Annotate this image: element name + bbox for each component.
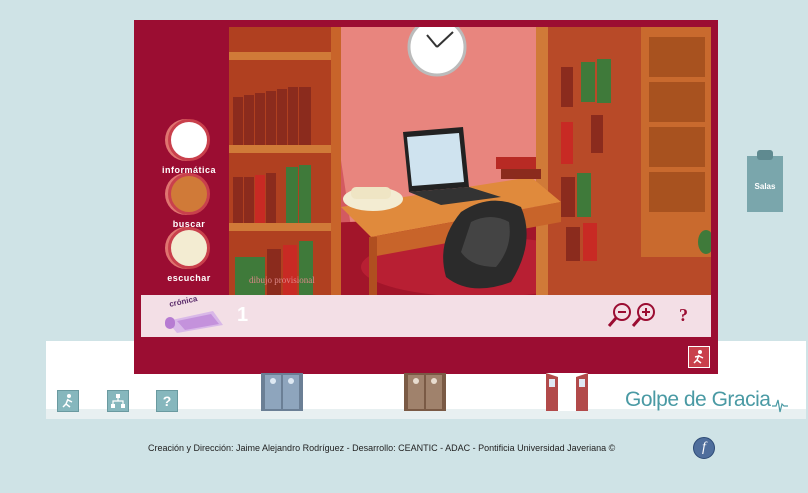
door-icon bbox=[261, 373, 303, 411]
golpe-de-gracia-logo: Golpe de Gracia bbox=[625, 388, 789, 413]
exit-running-icon bbox=[693, 350, 704, 364]
zoom-in-button[interactable] bbox=[631, 301, 657, 334]
telephone-icon bbox=[168, 227, 210, 269]
door-open-icon bbox=[546, 373, 588, 411]
logo-text: Golpe de Gracia bbox=[625, 388, 771, 411]
flash-player-icon[interactable]: f bbox=[693, 437, 715, 459]
zoom-in-icon bbox=[631, 303, 655, 327]
heartbeat-icon bbox=[772, 399, 789, 413]
menu-item-buscar[interactable]: buscar bbox=[159, 173, 219, 229]
help-button[interactable]: ? bbox=[679, 305, 688, 326]
exit-icon-button[interactable] bbox=[57, 390, 79, 412]
clipboard-icon bbox=[747, 150, 783, 212]
exit-button[interactable] bbox=[688, 346, 710, 368]
scene-bottom-bar: crónica 1 ? bbox=[141, 294, 711, 337]
menu-item-escuchar[interactable]: escuchar bbox=[159, 227, 219, 283]
sitemap-icon bbox=[111, 394, 125, 408]
scene-watermark: dibujo provisional bbox=[249, 275, 315, 285]
laptop-icon bbox=[168, 119, 210, 161]
toolbar-help-button[interactable]: ? bbox=[156, 390, 178, 412]
page-number: 1 bbox=[237, 304, 249, 326]
drawer-icon bbox=[168, 173, 210, 215]
running-man-icon bbox=[62, 394, 73, 408]
salas-label: Salas bbox=[754, 182, 776, 191]
chronicle-button[interactable]: crónica bbox=[163, 294, 225, 333]
menu-item-label: escuchar bbox=[167, 273, 211, 283]
map-button[interactable] bbox=[107, 390, 129, 412]
door-3-button[interactable] bbox=[546, 373, 588, 411]
footer-credits: Creación y Dirección: Jaime Alejandro Ro… bbox=[148, 443, 616, 453]
door-icon bbox=[404, 373, 446, 411]
zoom-out-button[interactable] bbox=[607, 301, 633, 334]
salas-button[interactable]: Salas bbox=[747, 150, 783, 212]
zoom-out-icon bbox=[607, 303, 631, 327]
office-scene: informática buscar escuchar dibujo provi… bbox=[141, 27, 711, 295]
side-menu: informática buscar escuchar bbox=[141, 27, 229, 295]
door-2-button[interactable] bbox=[404, 373, 446, 411]
door-1-button[interactable] bbox=[261, 373, 303, 411]
menu-item-informatica[interactable]: informática bbox=[159, 119, 219, 175]
